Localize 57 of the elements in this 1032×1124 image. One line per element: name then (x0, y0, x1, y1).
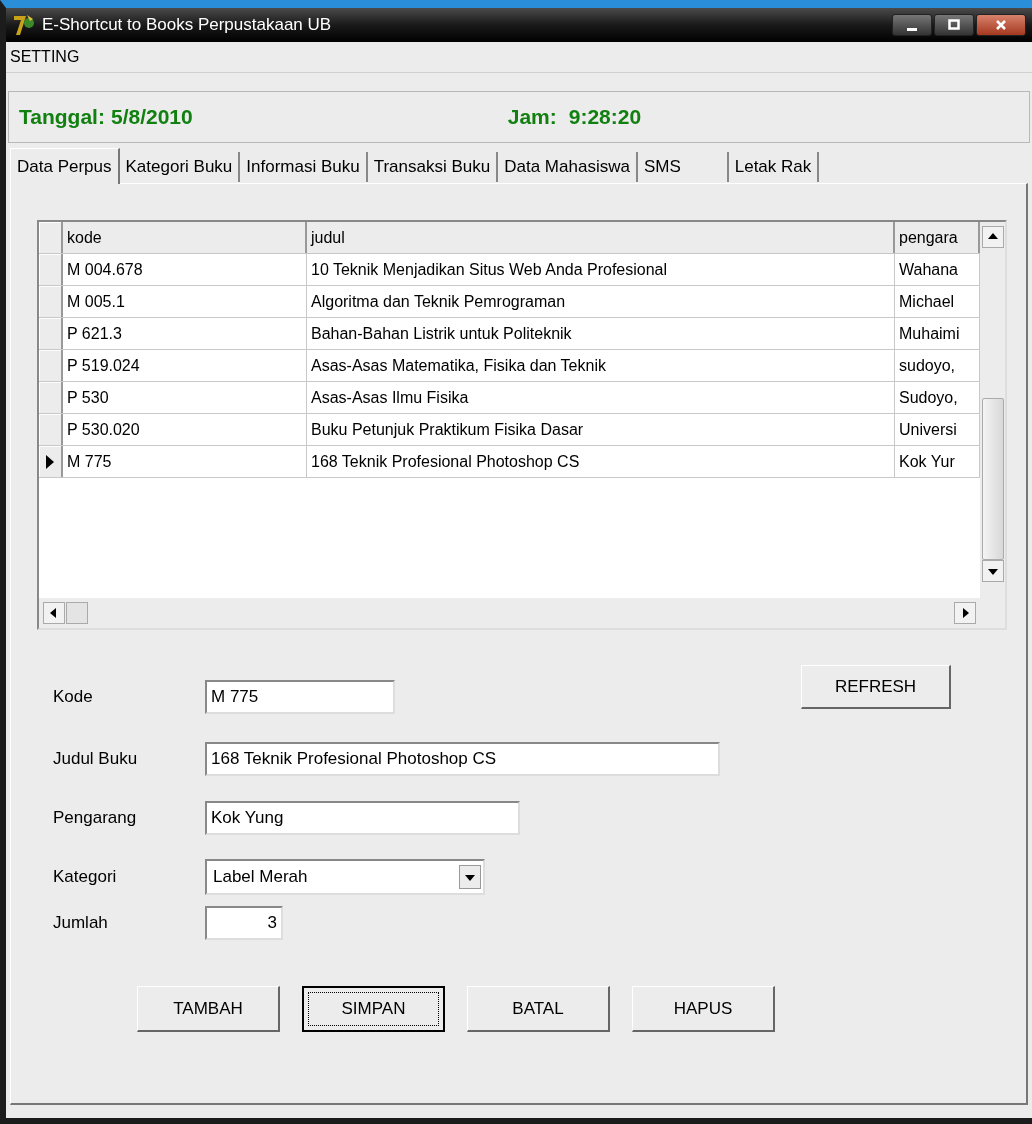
table-cell: M 005.1 (63, 286, 307, 317)
date-label: Tanggal: (19, 105, 105, 129)
row-header (39, 222, 63, 253)
scroll-thumb[interactable] (66, 602, 88, 624)
field-label: Pengarang (52, 808, 138, 828)
vertical-scrollbar[interactable] (980, 222, 1005, 628)
table-cell: P 530 (63, 382, 307, 413)
table-cell: Algoritma dan Teknik Pemrograman (307, 286, 895, 317)
scroll-right-icon[interactable] (954, 602, 976, 624)
table-cell: P 530.020 (63, 414, 307, 445)
scroll-left-icon[interactable] (43, 602, 65, 624)
input-field[interactable]: M 775 (205, 680, 395, 714)
scroll-up-icon[interactable] (981, 226, 1004, 248)
field-label: Jumlah (52, 913, 109, 933)
scroll-down-icon[interactable] (981, 560, 1004, 582)
field-label: Kode (52, 687, 94, 707)
column-header[interactable]: pengara (895, 222, 980, 253)
table-cell: 10 Teknik Menjadikan Situs Web Anda Profesional (307, 254, 895, 285)
time-value: 9:28:20 (568, 105, 642, 129)
category-dropdown[interactable]: Label Merah (205, 859, 485, 895)
table-cell: P 621.3 (63, 318, 307, 349)
current-row-icon (45, 453, 55, 470)
window-title: E-Shortcut to Books Perpustakaan UB (42, 15, 332, 35)
tab[interactable]: Data Perpus (10, 148, 120, 184)
column-header[interactable]: kode (63, 222, 307, 253)
refresh-button[interactable]: REFRESH (801, 665, 951, 709)
action-button[interactable]: TAMBAH (137, 986, 280, 1032)
scroll-thumb[interactable] (981, 398, 1004, 560)
app-logo-icon (12, 13, 36, 37)
table-cell: 168 Teknik Profesional Photoshop CS (307, 446, 895, 477)
table-cell: Asas-Asas Matematika, Fisika dan Teknik (307, 350, 895, 381)
field-label: Judul Buku (52, 749, 139, 769)
action-button[interactable]: SIMPAN (302, 986, 445, 1032)
action-button[interactable]: HAPUS (632, 986, 775, 1032)
input-field[interactable]: 168 Teknik Profesional Photoshop CS (205, 742, 720, 776)
action-button[interactable]: BATAL (467, 986, 610, 1032)
horizontal-scrollbar[interactable] (39, 598, 980, 628)
date-value: 5/8/2010 (110, 105, 193, 129)
minimize-button[interactable] (892, 14, 932, 36)
table-cell: Asas-Asas Ilmu Fisika (307, 382, 895, 413)
close-button[interactable] (976, 14, 1026, 36)
time-label: Jam: (507, 105, 557, 129)
table-cell: M 004.678 (63, 254, 307, 285)
table-cell: P 519.024 (63, 350, 307, 381)
table-cell: Bahan-Bahan Listrik untuk Politeknik (307, 318, 895, 349)
quantity-field[interactable]: 3 (205, 906, 283, 940)
column-header[interactable]: judul (307, 222, 895, 253)
row-indicator[interactable] (39, 446, 63, 477)
table-cell: M 775 (63, 446, 307, 477)
table-cell: Buku Petunjuk Praktikum Fisika Dasar (307, 414, 895, 445)
input-field[interactable]: Kok Yung (205, 801, 520, 835)
minimize-icon (907, 27, 917, 31)
maximize-icon (947, 18, 961, 32)
menu-item[interactable]: SETTING (10, 48, 80, 66)
close-icon (994, 18, 1008, 32)
maximize-button[interactable] (934, 14, 974, 36)
field-label: Kategori (52, 867, 118, 887)
